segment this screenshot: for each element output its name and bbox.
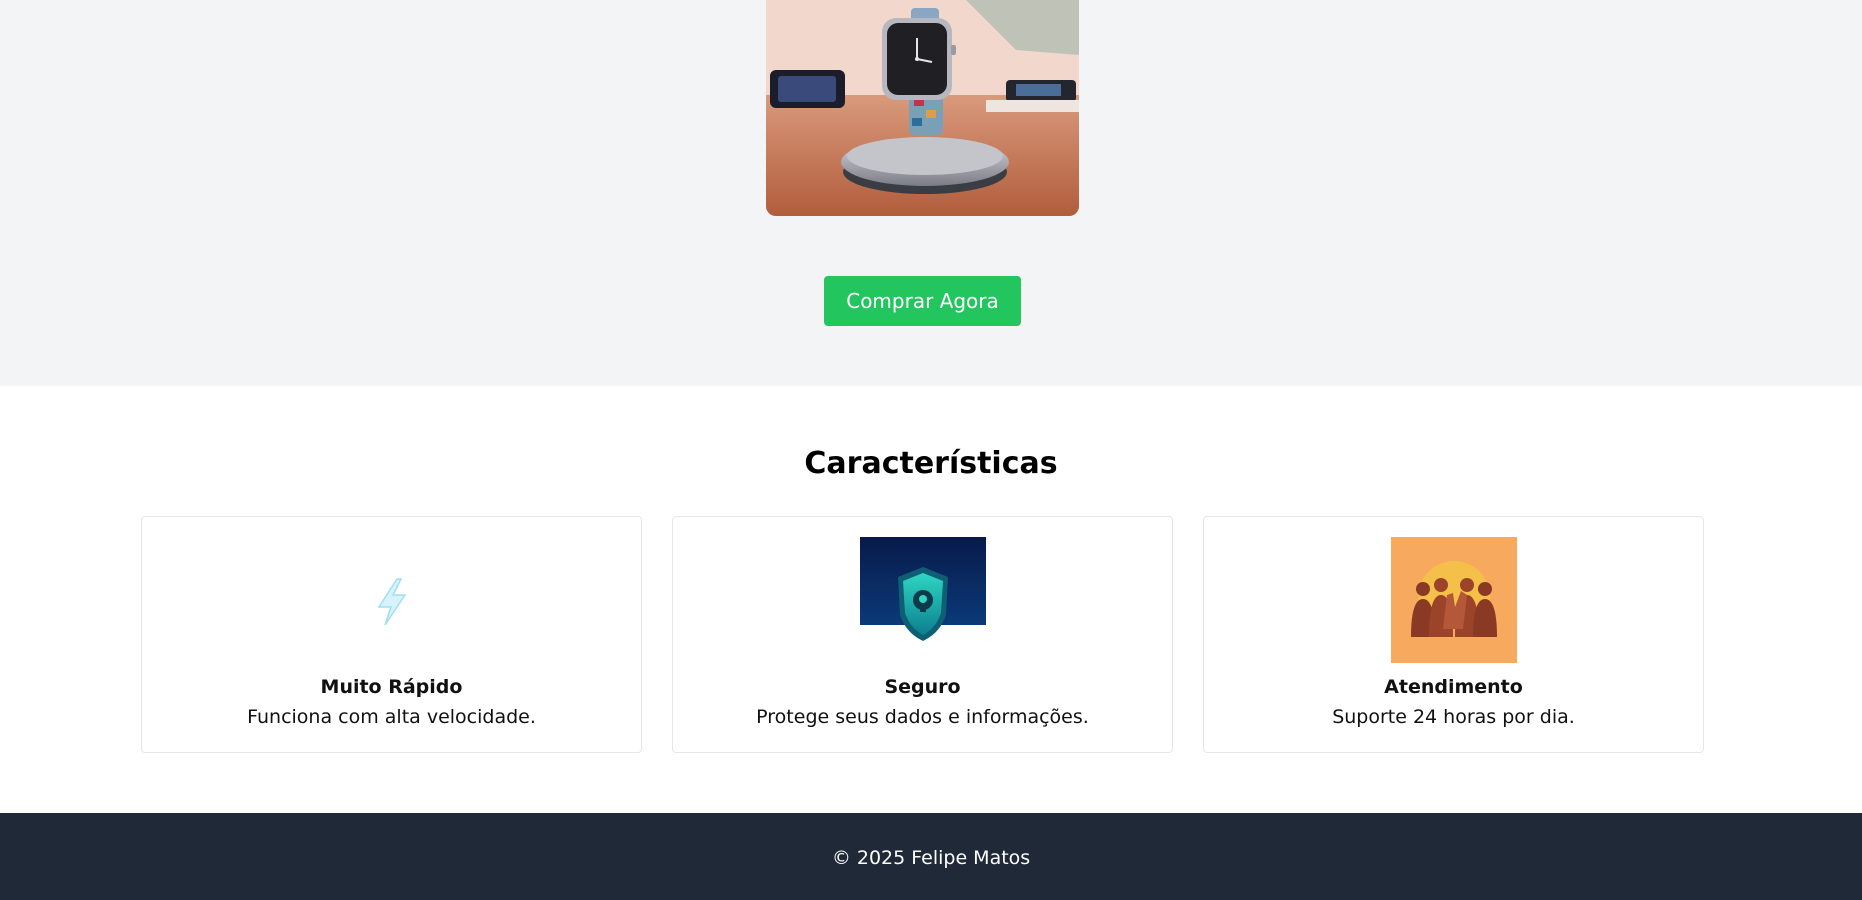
product-image bbox=[766, 0, 1079, 216]
shield-lock-icon bbox=[860, 537, 986, 663]
buy-now-button[interactable]: Comprar Agora bbox=[824, 276, 1021, 326]
lightning-icon bbox=[329, 537, 455, 663]
support-people-icon bbox=[1391, 537, 1517, 663]
feature-title: Seguro bbox=[884, 676, 961, 698]
feature-description: Funciona com alta velocidade. bbox=[247, 706, 536, 728]
feature-description: Protege seus dados e informações. bbox=[756, 706, 1089, 728]
features-title: Características bbox=[804, 446, 1058, 481]
feature-card-secure: Seguro Protege seus dados e informações. bbox=[672, 516, 1173, 753]
footer-copyright: © 2025 Felipe Matos bbox=[831, 847, 1031, 869]
feature-title: Muito Rápido bbox=[320, 676, 463, 698]
feature-description: Suporte 24 horas por dia. bbox=[1332, 706, 1575, 728]
hero-section: Comprar Agora bbox=[0, 0, 1862, 386]
footer: © 2025 Felipe Matos bbox=[0, 813, 1862, 900]
feature-card-fast: Muito Rápido Funciona com alta velocidad… bbox=[141, 516, 642, 753]
feature-title: Atendimento bbox=[1384, 676, 1523, 698]
feature-card-support: Atendimento Suporte 24 horas por dia. bbox=[1203, 516, 1704, 753]
